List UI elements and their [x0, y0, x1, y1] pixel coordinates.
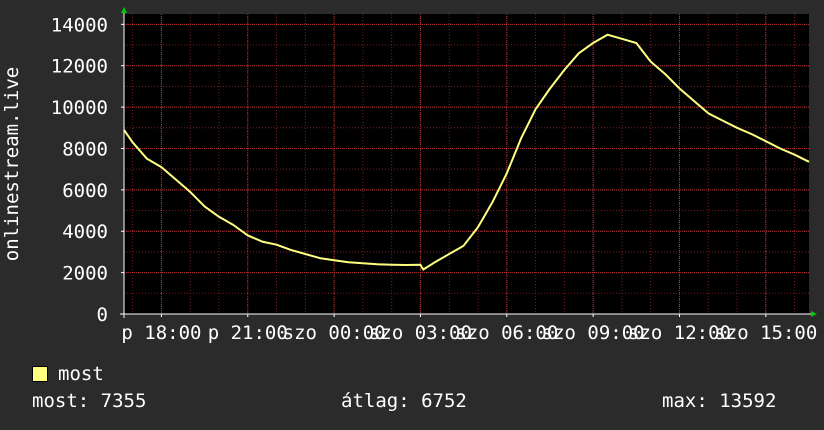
y-tick-label: 6000: [62, 180, 108, 202]
legend-label: most: [58, 363, 104, 385]
x-tick-label: szo 15:00: [714, 322, 817, 344]
stat-current: most: 7355: [32, 390, 147, 412]
y-tick-label: 8000: [62, 138, 108, 160]
y-axis-ticks: 0 2000 4000 6000 8000 10000 12000 14000: [51, 14, 124, 326]
y-axis-label: onlinestream.live: [1, 67, 23, 261]
y-axis-arrow-icon: [121, 7, 127, 13]
x-tick-label: p 18:00: [121, 322, 201, 344]
y-tick-label: 10000: [51, 97, 108, 119]
y-tick-label: 0: [97, 304, 108, 326]
plot-area: [124, 14, 809, 314]
stat-average: átlag: 6752: [341, 390, 467, 412]
x-tick-label: p 21:00: [208, 322, 288, 344]
y-tick-label: 12000: [51, 56, 108, 78]
stat-max: max: 13592: [662, 390, 777, 412]
x-axis-ticks: p 18:00 p 21:00szo 00:00szo 03:00szo 06:0…: [121, 314, 817, 344]
y-tick-label: 14000: [51, 14, 108, 36]
chart-canvas: 0 2000 4000 6000 8000 10000 12000 14000 p 18:00…: [1, 7, 817, 344]
y-tick-label: 2000: [62, 263, 108, 285]
legend: most: [32, 362, 104, 386]
legend-swatch: [32, 366, 48, 382]
x-axis-arrow-icon: [811, 311, 817, 317]
y-tick-label: 4000: [62, 221, 108, 243]
